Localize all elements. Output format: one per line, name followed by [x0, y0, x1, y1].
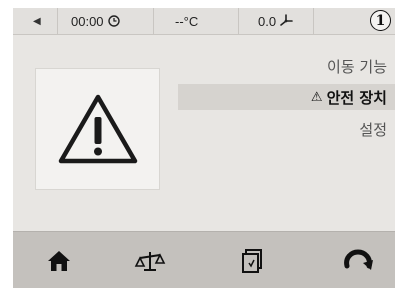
temperature-value: --°C — [175, 13, 199, 29]
cards-button[interactable] — [223, 232, 283, 288]
rotate-icon — [344, 248, 373, 270]
status-divider — [238, 8, 239, 34]
time-value: 00:00 — [71, 13, 104, 29]
balance-scale-icon — [134, 251, 166, 271]
back-arrow-icon[interactable]: ◀ — [33, 8, 41, 34]
menu-item-label: 안전 장치 — [326, 88, 387, 107]
menu-item-safety[interactable]: ⚠ 안전 장치 — [178, 84, 395, 110]
status-bar: ◀ 00:00 --°C 0.0 1 — [13, 8, 395, 35]
bottom-nav — [13, 231, 395, 288]
status-divider — [153, 8, 154, 34]
fan-value: 0.0 — [258, 13, 277, 29]
warning-panel — [35, 68, 160, 190]
menu-item-label: 이동 기능 — [327, 57, 387, 76]
temperature-display: --°C — [175, 8, 198, 34]
home-icon — [48, 250, 70, 271]
balance-button[interactable] — [120, 232, 180, 288]
rotate-button[interactable] — [328, 232, 388, 288]
fan-display: 0.0 — [258, 8, 293, 34]
menu-item-label: 설정 — [359, 120, 387, 139]
fan-icon — [280, 14, 293, 26]
warning-triangle-icon — [58, 94, 137, 164]
clock-icon — [107, 15, 120, 27]
time-display: 00:00 — [71, 8, 120, 34]
status-divider — [313, 8, 314, 34]
menu-item-movement[interactable]: 이동 기능 — [327, 53, 387, 79]
home-button[interactable] — [29, 232, 89, 288]
menu-item-settings[interactable]: 설정 — [359, 116, 387, 142]
cards-icon — [242, 248, 262, 273]
device-screen: ◀ 00:00 --°C 0.0 1 이동 기능 ⚠ 안전 장치 설정 — [13, 8, 395, 288]
warning-small-icon: ⚠ — [310, 89, 323, 105]
status-divider — [57, 8, 58, 34]
callout-marker: 1 — [370, 10, 391, 31]
